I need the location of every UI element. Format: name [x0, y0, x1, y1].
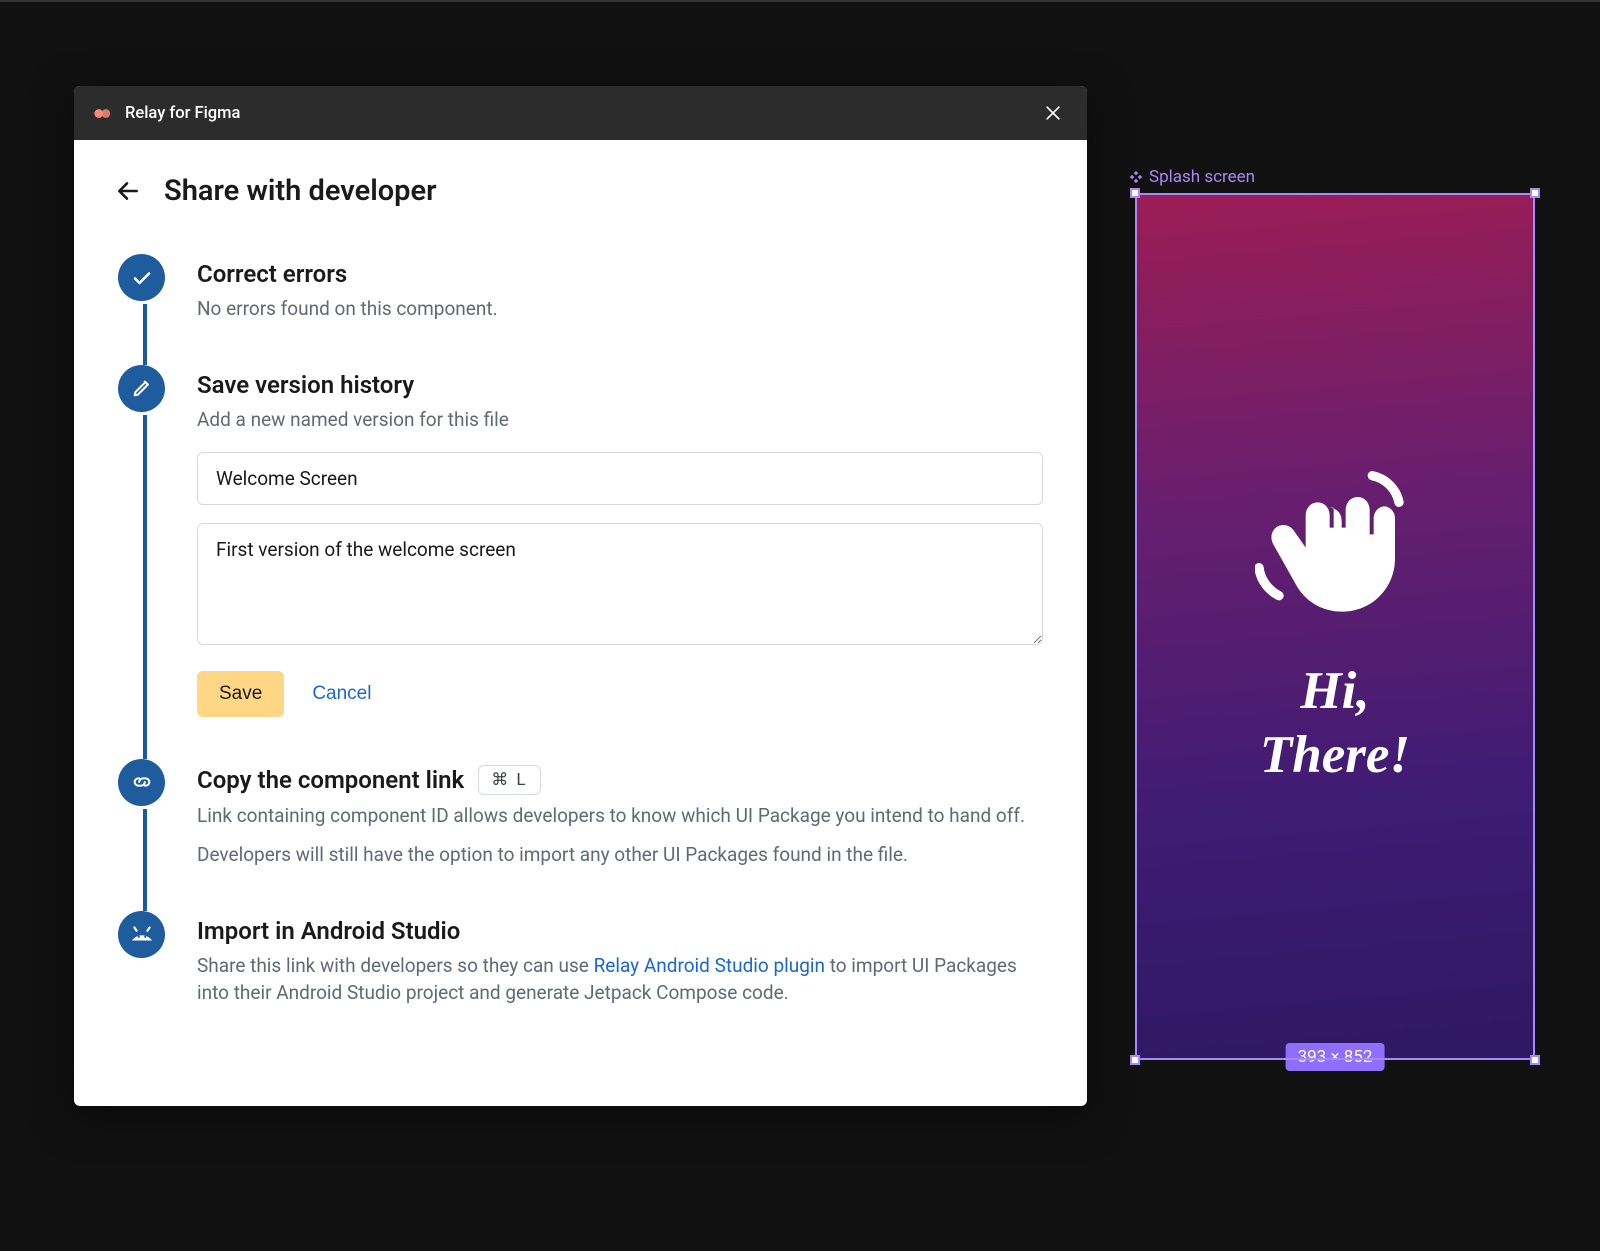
- dialog-body[interactable]: Share with developer Correct errors No e…: [74, 140, 1087, 1106]
- resize-handle[interactable]: [1130, 188, 1140, 198]
- dialog-title: Relay for Figma: [125, 104, 240, 123]
- android-icon: [129, 921, 155, 947]
- step-badge-android: [118, 911, 165, 958]
- step-title: Import in Android Studio: [197, 917, 1043, 945]
- step-badge-link: [118, 759, 165, 806]
- pencil-icon: [131, 377, 153, 399]
- step-desc: Share this link with developers so they …: [197, 953, 1043, 1007]
- step-import-android: Import in Android Studio Share this link…: [118, 911, 1043, 1007]
- step-badge-edit: [118, 365, 165, 412]
- step-save-version: Save version history Add a new named ver…: [118, 365, 1043, 717]
- text: Share this link with developers so they …: [197, 954, 594, 977]
- arrow-left-icon: [115, 178, 141, 204]
- step-copy-link: Copy the component link ⌘ L Link contain…: [118, 759, 1043, 869]
- relay-logo-icon: [94, 104, 113, 123]
- close-icon: [1043, 103, 1063, 123]
- step-desc: Link containing component ID allows deve…: [197, 803, 1043, 830]
- component-icon: [1129, 170, 1143, 184]
- page-title: Share with developer: [164, 174, 437, 208]
- frame-label-row[interactable]: Splash screen: [1129, 167, 1529, 187]
- dialog-titlebar[interactable]: Relay for Figma: [74, 86, 1087, 140]
- step-desc: Developers will still have the option to…: [197, 842, 1043, 869]
- splash-frame[interactable]: Hi, There!: [1135, 193, 1535, 1060]
- version-description-textarea[interactable]: [197, 523, 1043, 645]
- step-title: Copy the component link: [197, 766, 464, 794]
- step-correct-errors: Correct errors No errors found on this c…: [118, 254, 1043, 323]
- cancel-button[interactable]: Cancel: [312, 683, 371, 705]
- back-button[interactable]: [114, 177, 142, 205]
- frame-name[interactable]: Splash screen: [1149, 167, 1255, 187]
- resize-handle[interactable]: [1530, 1055, 1540, 1065]
- link-icon: [131, 771, 153, 793]
- step-badge-check: [118, 254, 165, 301]
- resize-handle[interactable]: [1530, 188, 1540, 198]
- step-desc: Add a new named version for this file: [197, 407, 1043, 434]
- keyboard-shortcut: ⌘ L: [478, 765, 540, 795]
- check-icon: [130, 266, 154, 290]
- step-desc: No errors found on this component.: [197, 296, 1043, 323]
- close-button[interactable]: [1039, 99, 1067, 127]
- relay-plugin-link[interactable]: Relay Android Studio plugin: [594, 954, 825, 977]
- step-title: Correct errors: [197, 260, 1043, 288]
- step-title: Save version history: [197, 371, 1043, 399]
- resize-handle[interactable]: [1130, 1055, 1140, 1065]
- version-name-input[interactable]: [197, 452, 1043, 505]
- relay-plugin-dialog: Relay for Figma Share with developer: [74, 86, 1087, 1106]
- save-button[interactable]: Save: [197, 671, 284, 717]
- canvas-top-divider: [0, 0, 1600, 2]
- selection-outline: [1135, 193, 1535, 1060]
- canvas-frame-wrap: Splash screen Hi, There! 393 × 852: [1135, 167, 1535, 1060]
